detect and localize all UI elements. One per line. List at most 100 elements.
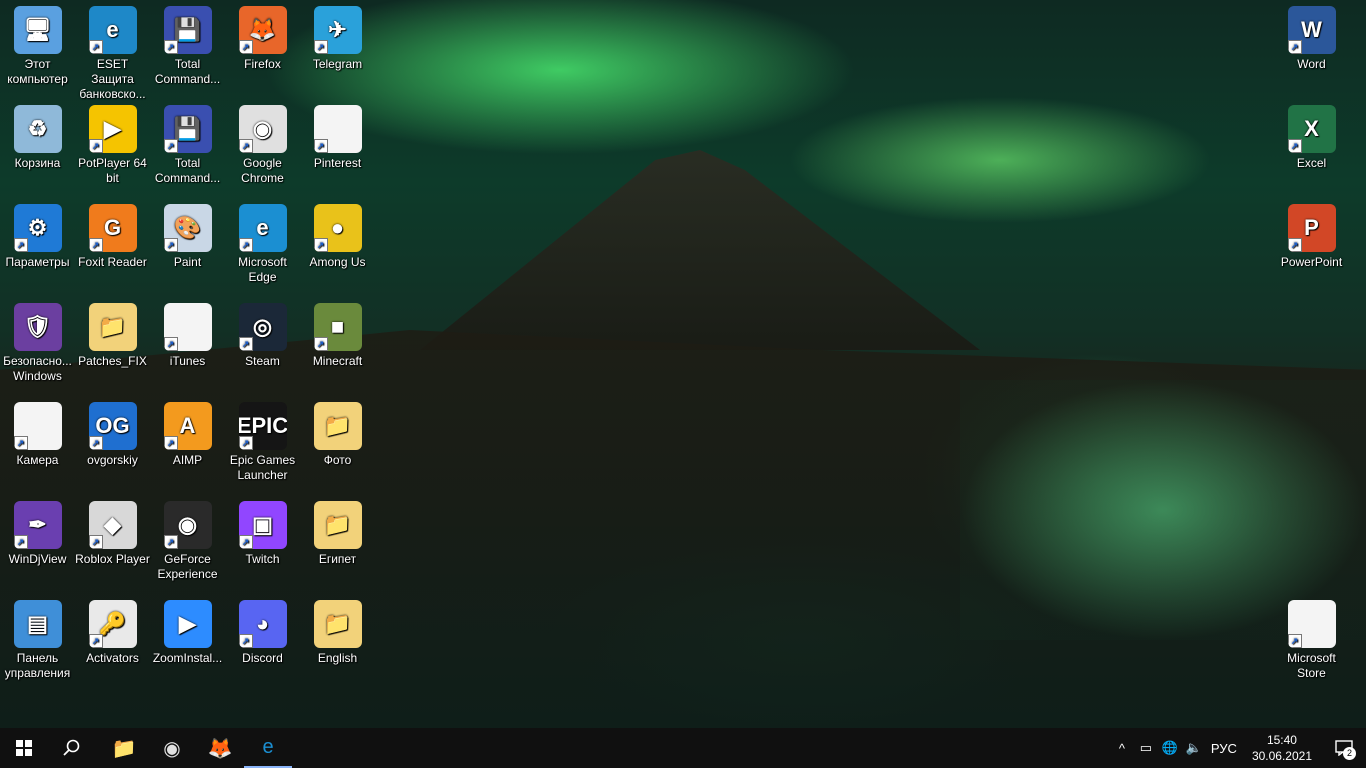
shortcut-arrow-icon: ↗ (313, 238, 328, 252)
app-glyph-icon: 📁 (323, 413, 352, 438)
desktop-icon[interactable]: P ↗ PowerPoint (1274, 198, 1349, 270)
desktop-icon[interactable]: ◉ ↗ Google Chrome (225, 99, 300, 186)
app-glyph-icon: 📁 (323, 611, 352, 636)
desktop-icon[interactable]: 📁 Египет (300, 495, 375, 567)
app-glyph-icon: 💾 (173, 17, 202, 42)
taskbar-app-edge[interactable]: e (244, 728, 292, 768)
chrome-icon: ◉ (163, 737, 181, 760)
desktop-icon[interactable]: ▶ ↗ PotPlayer 64 bit (75, 99, 150, 186)
desktop-icon[interactable]: OG ↗ ovgorskiy (75, 396, 150, 468)
shortcut-arrow-icon: ↗ (88, 436, 103, 450)
desktop-icon[interactable]: e ↗ ESET Защита банковско... (75, 0, 150, 102)
desktop-icon-label: PotPlayer 64 bit (78, 156, 147, 185)
desktop-icon[interactable]: W ↗ Word (1274, 0, 1349, 72)
search-button[interactable] (48, 728, 96, 768)
desktop-icon[interactable]: e ↗ Microsoft Edge (225, 198, 300, 285)
desktop-icon[interactable]: ◉ ↗ GeForce Experience (150, 495, 225, 582)
taskbar-app-file-explorer[interactable]: 📁 (100, 728, 148, 768)
tray-expand-chevron-icon[interactable]: ^ (1110, 741, 1134, 756)
desktop-icon[interactable]: A ↗ AIMP (150, 396, 225, 468)
shortcut-arrow-icon: ↗ (163, 40, 178, 54)
desktop-icon[interactable]: 🦊 ↗ Firefox (225, 0, 300, 72)
desktop-icon[interactable]: ▶ ZoomInstal... (150, 594, 225, 666)
desktop-icon[interactable]: ↗ Microsoft Store (1274, 594, 1349, 681)
desktop-icon-label: English (317, 651, 358, 665)
desktop-icon[interactable]: ↗ Pinterest (300, 99, 375, 171)
shortcut-arrow-icon: ↗ (238, 40, 253, 54)
desktop-icon[interactable]: 🛡 Безопасно... Windows (0, 297, 75, 384)
app-glyph-icon: 📁 (323, 512, 352, 537)
shortcut-arrow-icon: ↗ (88, 238, 103, 252)
desktop-icon[interactable]: 🖥 Этот компьютер (0, 0, 75, 87)
app-glyph-icon: G (103, 215, 122, 240)
app-icon: ◎ ↗ (238, 303, 287, 351)
language-indicator[interactable]: РУС (1206, 741, 1242, 756)
app-glyph-icon: ◕ (255, 611, 270, 636)
app-glyph-icon: ◎ (252, 314, 273, 339)
app-glyph-icon: ⚙ (27, 215, 48, 240)
network-globe-icon[interactable]: 🌐 (1158, 740, 1182, 756)
app-glyph-icon: ▶ (179, 611, 196, 636)
desktop-icon[interactable]: 📁 English (300, 594, 375, 666)
app-glyph-icon: A (179, 413, 196, 438)
app-icon: ▶ ↗ (88, 105, 137, 153)
desktop-icon[interactable]: ✒ ↗ WinDjView (0, 495, 75, 567)
app-icon: ✒ ↗ (13, 501, 62, 549)
battery-icon[interactable]: ▭ (1134, 740, 1158, 756)
taskbar-app-chrome[interactable]: ◉ (148, 728, 196, 768)
desktop-icon-label: ZoomInstal... (152, 651, 223, 665)
app-icon: ↗ (1287, 600, 1336, 648)
volume-icon[interactable]: 🔈 (1182, 740, 1206, 756)
desktop-icon[interactable]: ◕ ↗ Discord (225, 594, 300, 666)
app-icon: 🛡 (13, 303, 62, 351)
desktop-icon-label: Камера (16, 453, 59, 467)
desktop-icon[interactable]: ● ↗ Among Us (300, 198, 375, 270)
clock[interactable]: 15:40 30.06.2021 (1242, 732, 1322, 764)
desktop-icon[interactable]: 🎨 ↗ Paint (150, 198, 225, 270)
desktop-icon[interactable]: ✈ ↗ Telegram (300, 0, 375, 72)
app-glyph-icon: 📁 (98, 314, 127, 339)
desktop-icon[interactable]: 💾 ↗ Total Command... (150, 0, 225, 87)
desktop-icon[interactable]: ↗ iTunes (150, 297, 225, 369)
app-glyph-icon: EPIC (238, 413, 287, 438)
desktop-icon[interactable]: EPIC ↗ Epic Games Launcher (225, 396, 300, 483)
taskbar-pinned-apps: 📁 ◉ 🦊 e (100, 728, 292, 768)
app-icon: ⚙ ↗ (13, 204, 62, 252)
app-icon: 🔑 ↗ (88, 600, 137, 648)
desktop-icon[interactable]: G ↗ Foxit Reader (75, 198, 150, 270)
desktop-icon[interactable]: 💾 ↗ Total Command... (150, 99, 225, 186)
desktop-icon[interactable]: ■ ↗ Minecraft (300, 297, 375, 369)
desktop-icon-label: Этот компьютер (7, 57, 68, 86)
desktop-icon[interactable]: ▤ Панель управления (0, 594, 75, 681)
app-icon: EPIC ↗ (238, 402, 287, 450)
shortcut-arrow-icon: ↗ (88, 139, 103, 153)
desktop-icon[interactable]: ♻ Корзина (0, 99, 75, 171)
desktop-icon[interactable]: 🔑 ↗ Activators (75, 594, 150, 666)
app-icon: 🦊 ↗ (238, 6, 287, 54)
shortcut-arrow-icon: ↗ (1287, 139, 1302, 153)
taskbar-app-firefox[interactable]: 🦊 (196, 728, 244, 768)
shortcut-arrow-icon: ↗ (13, 535, 28, 549)
app-glyph-icon: ■ (330, 314, 345, 339)
app-glyph-icon: 🦊 (248, 17, 277, 42)
desktop-icon[interactable]: 📁 Patches_FIX (75, 297, 150, 369)
app-glyph-icon: e (106, 17, 119, 42)
shortcut-arrow-icon: ↗ (88, 535, 103, 549)
action-center-button[interactable]: 2 (1322, 728, 1366, 768)
shortcut-arrow-icon: ↗ (163, 337, 178, 351)
app-icon: ↗ (163, 303, 212, 351)
clock-date: 30.06.2021 (1251, 749, 1312, 763)
desktop-icon[interactable]: ▣ ↗ Twitch (225, 495, 300, 567)
desktop-icon[interactable]: ◎ ↗ Steam (225, 297, 300, 369)
desktop-icon-label: Параметры (5, 255, 70, 269)
start-button[interactable] (0, 728, 48, 768)
desktop-icon-label: Google Chrome (241, 156, 284, 185)
desktop-icon[interactable]: ⚙ ↗ Параметры (0, 198, 75, 270)
desktop-icon[interactable]: X ↗ Excel (1274, 99, 1349, 171)
app-icon: 📁 (313, 600, 362, 648)
desktop-icon[interactable]: ◆ ↗ Roblox Player (75, 495, 150, 567)
app-glyph-icon: ▤ (27, 611, 48, 636)
desktop-icon[interactable]: 📁 Фото (300, 396, 375, 468)
app-icon: 💾 ↗ (163, 105, 212, 153)
desktop-icon[interactable]: ↗ Камера (0, 396, 75, 468)
